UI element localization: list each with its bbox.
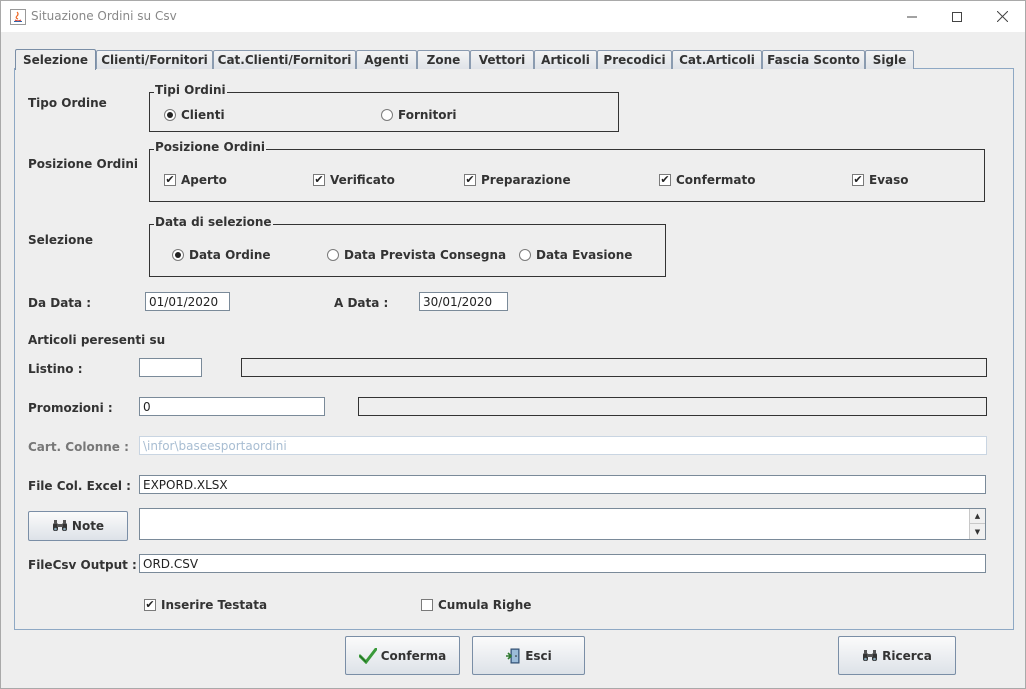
tab-cat-articoli[interactable]: Cat.Articoli — [672, 50, 762, 69]
articoli-presenti-label: Articoli peresenti su — [28, 333, 166, 347]
radio-unselected-icon — [381, 109, 393, 121]
filecsv-output-label: FileCsv Output : — [28, 558, 137, 572]
a-data-input[interactable] — [419, 292, 508, 311]
checkbox-checked-icon: ✔ — [852, 173, 864, 186]
tab-cat-clienti-fornitori[interactable]: Cat.Clienti/Fornitori — [213, 50, 356, 69]
data-selezione-group-title: Data di selezione — [154, 215, 273, 229]
checkbox-aperto-label: Aperto — [181, 173, 227, 187]
radio-unselected-icon — [327, 249, 339, 261]
radio-data-prevista-consegna[interactable]: Data Prevista Consegna — [327, 248, 506, 262]
note-button[interactable]: Note — [28, 511, 128, 541]
note-button-label: Note — [71, 519, 105, 533]
tab-fascia-sconto[interactable]: Fascia Sconto — [762, 50, 865, 69]
listino-label: Listino : — [28, 362, 83, 376]
scroll-up-icon[interactable]: ▲ — [970, 509, 985, 524]
radio-selected-icon — [172, 249, 184, 261]
a-data-label: A Data : — [334, 296, 389, 310]
promozioni-label: Promozioni : — [28, 401, 113, 415]
tipi-ordini-group-title: Tipi Ordini — [154, 83, 227, 97]
checkbox-verificato-label: Verificato — [330, 173, 395, 187]
tab-sigle[interactable]: Sigle — [865, 50, 914, 69]
checkbox-confermato[interactable]: ✔ Confermato — [659, 173, 755, 187]
listino-input[interactable] — [139, 358, 202, 377]
tab-clienti-fornitori[interactable]: Clienti/Fornitori — [96, 50, 213, 69]
radio-data-evasione[interactable]: Data Evasione — [519, 248, 632, 262]
tab-agenti[interactable]: Agenti — [356, 50, 417, 69]
ricerca-button[interactable]: Ricerca — [838, 636, 956, 675]
application-window: Situazione Ordini su Csv Selezione Clien… — [0, 0, 1026, 689]
note-textarea[interactable]: ▲ ▼ — [139, 508, 986, 540]
tab-zone[interactable]: Zone — [417, 50, 470, 69]
checkbox-checked-icon: ✔ — [659, 173, 671, 186]
da-data-input[interactable] — [145, 292, 230, 311]
title-bar: Situazione Ordini su Csv — [1, 1, 1025, 32]
close-icon — [996, 11, 1008, 22]
checkbox-checked-icon: ✔ — [164, 173, 176, 186]
checkbox-evaso-label: Evaso — [869, 173, 909, 187]
esci-button[interactable]: Esci — [472, 636, 585, 675]
tab-precodici[interactable]: Precodici — [597, 50, 672, 69]
promozioni-input[interactable] — [139, 397, 325, 416]
radio-data-evasione-label: Data Evasione — [536, 248, 633, 262]
checkbox-inserire-testata-label: Inserire Testata — [161, 598, 268, 612]
tab-articoli[interactable]: Articoli — [534, 50, 597, 69]
radio-unselected-icon — [519, 249, 531, 261]
selezione-label: Selezione — [28, 233, 94, 247]
posizione-ordini-label: Posizione Ordini — [28, 157, 138, 171]
radio-fornitori[interactable]: Fornitori — [381, 108, 457, 122]
minimize-icon — [907, 16, 917, 17]
checkbox-checked-icon: ✔ — [313, 173, 325, 186]
checkbox-cumula-righe-label: Cumula Righe — [438, 598, 532, 612]
radio-clienti-label: Clienti — [181, 108, 225, 122]
radio-selected-icon — [164, 109, 176, 121]
binoculars-icon — [52, 520, 67, 531]
promozioni-description — [358, 397, 987, 416]
maximize-button[interactable] — [934, 1, 980, 32]
window-title: Situazione Ordini su Csv — [31, 9, 177, 23]
conferma-button[interactable]: Conferma — [345, 636, 460, 675]
checkmark-icon — [358, 647, 377, 664]
radio-data-ordine[interactable]: Data Ordine — [172, 248, 271, 262]
listino-description — [241, 358, 987, 377]
file-col-excel-input[interactable] — [139, 475, 986, 494]
java-icon — [10, 9, 26, 25]
checkbox-checked-icon: ✔ — [464, 173, 476, 186]
da-data-label: Da Data : — [28, 296, 92, 310]
checkbox-evaso[interactable]: ✔ Evaso — [852, 173, 909, 187]
tab-selezione[interactable]: Selezione — [15, 49, 96, 70]
checkbox-confermato-label: Confermato — [676, 173, 756, 187]
binoculars-icon — [863, 649, 878, 661]
radio-data-prevista-consegna-label: Data Prevista Consegna — [344, 248, 507, 262]
posizione-ordini-group-title: Posizione Ordini — [154, 140, 266, 154]
filecsv-output-input[interactable] — [139, 554, 986, 573]
checkbox-cumula-righe[interactable]: Cumula Righe — [421, 598, 531, 612]
checkbox-checked-icon: ✔ — [144, 598, 156, 611]
esci-button-label: Esci — [525, 648, 552, 663]
conferma-button-label: Conferma — [380, 648, 447, 663]
cart-colonne-label: Cart. Colonne : — [28, 440, 129, 454]
checkbox-inserire-testata[interactable]: ✔ Inserire Testata — [144, 598, 267, 612]
checkbox-preparazione[interactable]: ✔ Preparazione — [464, 173, 571, 187]
radio-clienti[interactable]: Clienti — [164, 108, 225, 122]
exit-door-icon — [506, 648, 520, 663]
radio-data-ordine-label: Data Ordine — [189, 248, 271, 262]
checkbox-preparazione-label: Preparazione — [481, 173, 571, 187]
checkbox-verificato[interactable]: ✔ Verificato — [313, 173, 395, 187]
checkbox-unchecked-icon — [421, 599, 433, 611]
minimize-button[interactable] — [889, 1, 935, 32]
checkbox-aperto[interactable]: ✔ Aperto — [164, 173, 227, 187]
close-button[interactable] — [979, 1, 1025, 32]
cart-colonne-input — [139, 436, 987, 455]
note-scrollbar[interactable]: ▲ ▼ — [969, 509, 985, 539]
radio-fornitori-label: Fornitori — [398, 108, 457, 122]
ricerca-button-label: Ricerca — [882, 648, 932, 663]
file-col-excel-label: File Col. Excel : — [28, 479, 131, 493]
tab-vettori[interactable]: Vettori — [470, 50, 534, 69]
tipo-ordine-label: Tipo Ordine — [28, 96, 107, 110]
maximize-icon — [952, 11, 962, 22]
scroll-down-icon[interactable]: ▼ — [970, 524, 985, 539]
